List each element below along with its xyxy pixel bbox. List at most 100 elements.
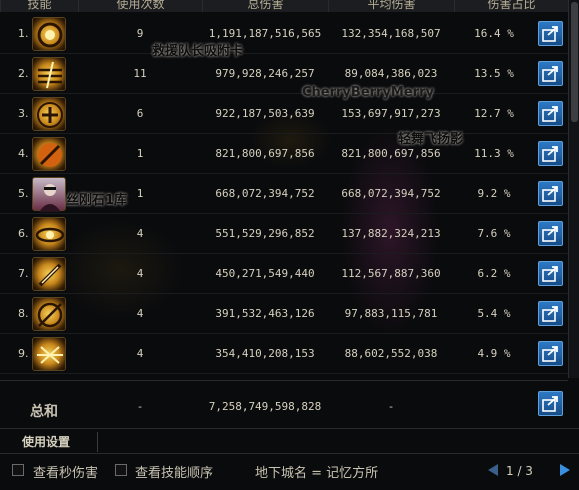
avg-damage: 97,883,115,781	[344, 307, 438, 320]
vortex-skill-icon	[32, 217, 66, 251]
slash-orb-skill-icon	[32, 137, 66, 171]
row-index: 7.	[18, 267, 29, 280]
player-name-overlay: 救援队长吸附卡	[152, 44, 244, 59]
row-index: 1.	[18, 27, 29, 40]
header-skill: 技能	[0, 0, 78, 12]
table-row: 8. 4 391,532,463,126 97,883,115,781 5.4 …	[0, 294, 568, 334]
share-total-button[interactable]	[538, 391, 563, 416]
dungeon-name: 地下城名 = 记忆方所	[255, 466, 379, 481]
row-index: 9.	[18, 347, 29, 360]
total-damage: 979,928,246,257	[215, 67, 315, 80]
export-icon	[542, 306, 558, 322]
usage-settings-button[interactable]: 使用设置	[12, 432, 98, 452]
share-button[interactable]	[538, 61, 563, 86]
table-row: 4. 1 821,800,697,856 821,800,697,856 11.…	[0, 134, 568, 174]
table-row: 6. 4 551,529,296,852 137,882,324,213 7.6…	[0, 214, 568, 254]
uses-count: 4	[136, 347, 144, 360]
avg-damage: 153,697,917,273	[341, 107, 441, 120]
export-icon	[542, 186, 558, 202]
share-button[interactable]	[538, 301, 563, 326]
damage-share: 11.3 %	[474, 147, 514, 160]
next-page-icon[interactable]	[558, 463, 572, 477]
prev-page-icon[interactable]	[486, 463, 500, 477]
share-button[interactable]	[538, 341, 563, 366]
row-index: 8.	[18, 307, 29, 320]
row-index: 3.	[18, 107, 29, 120]
damage-stats-panel: 技能 使用次数 总伤害 平均伤害 伤害占比 1. 9 1,191,187,516…	[0, 0, 579, 490]
damage-share: 6.2 %	[477, 267, 511, 280]
export-icon	[542, 226, 558, 242]
table-row: 2. 11 979,928,246,257 89,084,386,023 13.…	[0, 54, 568, 94]
damage-share: 7.6 %	[477, 227, 511, 240]
summary-avg-damage: -	[387, 400, 395, 413]
soul-text-skill-icon	[32, 97, 66, 131]
summary-uses: -	[136, 400, 144, 413]
export-icon	[542, 66, 558, 82]
skill-order-checkbox[interactable]	[115, 464, 127, 476]
skill-order-label: 查看技能顺序	[135, 466, 214, 481]
avg-damage: 137,882,324,213	[341, 227, 441, 240]
uses-count: 4	[136, 307, 144, 320]
player-name-overlay: 轻舞飞扬影	[398, 132, 464, 147]
spear-circle-skill-icon	[32, 297, 66, 331]
burst-skill-icon	[32, 337, 66, 371]
avg-damage: 112,567,887,360	[341, 267, 441, 280]
row-index: 6.	[18, 227, 29, 240]
scrollbar-thumb[interactable]	[571, 2, 578, 122]
share-button[interactable]	[538, 141, 563, 166]
summary-total-damage: 7,258,749,598,828	[208, 400, 322, 413]
damage-share: 4.9 %	[477, 347, 511, 360]
export-icon	[542, 26, 558, 42]
share-button[interactable]	[538, 261, 563, 286]
character-portrait-icon	[32, 177, 66, 212]
settings-bar: 使用设置	[0, 428, 579, 454]
row-index: 2.	[18, 67, 29, 80]
damage-share: 5.4 %	[477, 307, 511, 320]
uses-count: 11	[133, 67, 147, 80]
total-damage: 391,532,463,126	[215, 307, 315, 320]
share-button[interactable]	[538, 101, 563, 126]
row-index: 5.	[18, 187, 29, 200]
blade-skill-icon	[32, 257, 66, 291]
export-icon	[542, 396, 558, 412]
table-row: 9. 4 354,410,208,153 88,602,552,038 4.9 …	[0, 334, 568, 374]
header-uses: 使用次数	[78, 0, 202, 12]
player-name-overlay: 丝刚石1库	[66, 193, 128, 208]
uses-count: 6	[136, 107, 144, 120]
export-icon	[542, 146, 558, 162]
dps-checkbox[interactable]	[12, 464, 24, 476]
share-button[interactable]	[538, 21, 563, 46]
page-indicator: 1 / 3	[506, 464, 533, 478]
total-damage: 922,187,503,639	[215, 107, 315, 120]
header-total-damage: 总伤害	[202, 0, 328, 12]
player-name-overlay: CherryBerryMerry	[302, 85, 434, 100]
table-header: 技能 使用次数 总伤害 平均伤害 伤害占比	[0, 0, 568, 12]
header-avg-damage: 平均伤害	[328, 0, 454, 12]
avg-damage: 821,800,697,856	[341, 147, 441, 160]
share-button[interactable]	[538, 181, 563, 206]
damage-share: 13.5 %	[474, 67, 514, 80]
avg-damage: 132,354,168,507	[341, 27, 441, 40]
total-damage: 354,410,208,153	[215, 347, 315, 360]
uses-count: 4	[136, 227, 144, 240]
export-icon	[542, 106, 558, 122]
summary-row: 总和 - 7,258,749,598,828 -	[0, 380, 568, 426]
scrollbar[interactable]	[568, 0, 579, 378]
table-row: 1. 9 1,191,187,516,565 132,354,168,507 1…	[0, 14, 568, 54]
table-row: 3. 6 922,187,503,639 153,697,917,273 12.…	[0, 94, 568, 134]
uses-count: 1	[136, 147, 144, 160]
header-damage-share: 伤害占比	[454, 0, 568, 12]
row-index: 4.	[18, 147, 29, 160]
damage-share: 16.4 %	[474, 27, 514, 40]
summary-label: 总和	[30, 404, 58, 420]
uses-count: 4	[136, 267, 144, 280]
avg-damage: 89,084,386,023	[344, 67, 438, 80]
avg-damage: 668,072,394,752	[341, 187, 441, 200]
table-row: 7. 4 450,271,549,440 112,567,887,360 6.2…	[0, 254, 568, 294]
damage-share: 9.2 %	[477, 187, 511, 200]
export-icon	[542, 266, 558, 282]
total-damage: 551,529,296,852	[215, 227, 315, 240]
share-button[interactable]	[538, 221, 563, 246]
total-damage: 668,072,394,752	[215, 187, 315, 200]
export-icon	[542, 346, 558, 362]
